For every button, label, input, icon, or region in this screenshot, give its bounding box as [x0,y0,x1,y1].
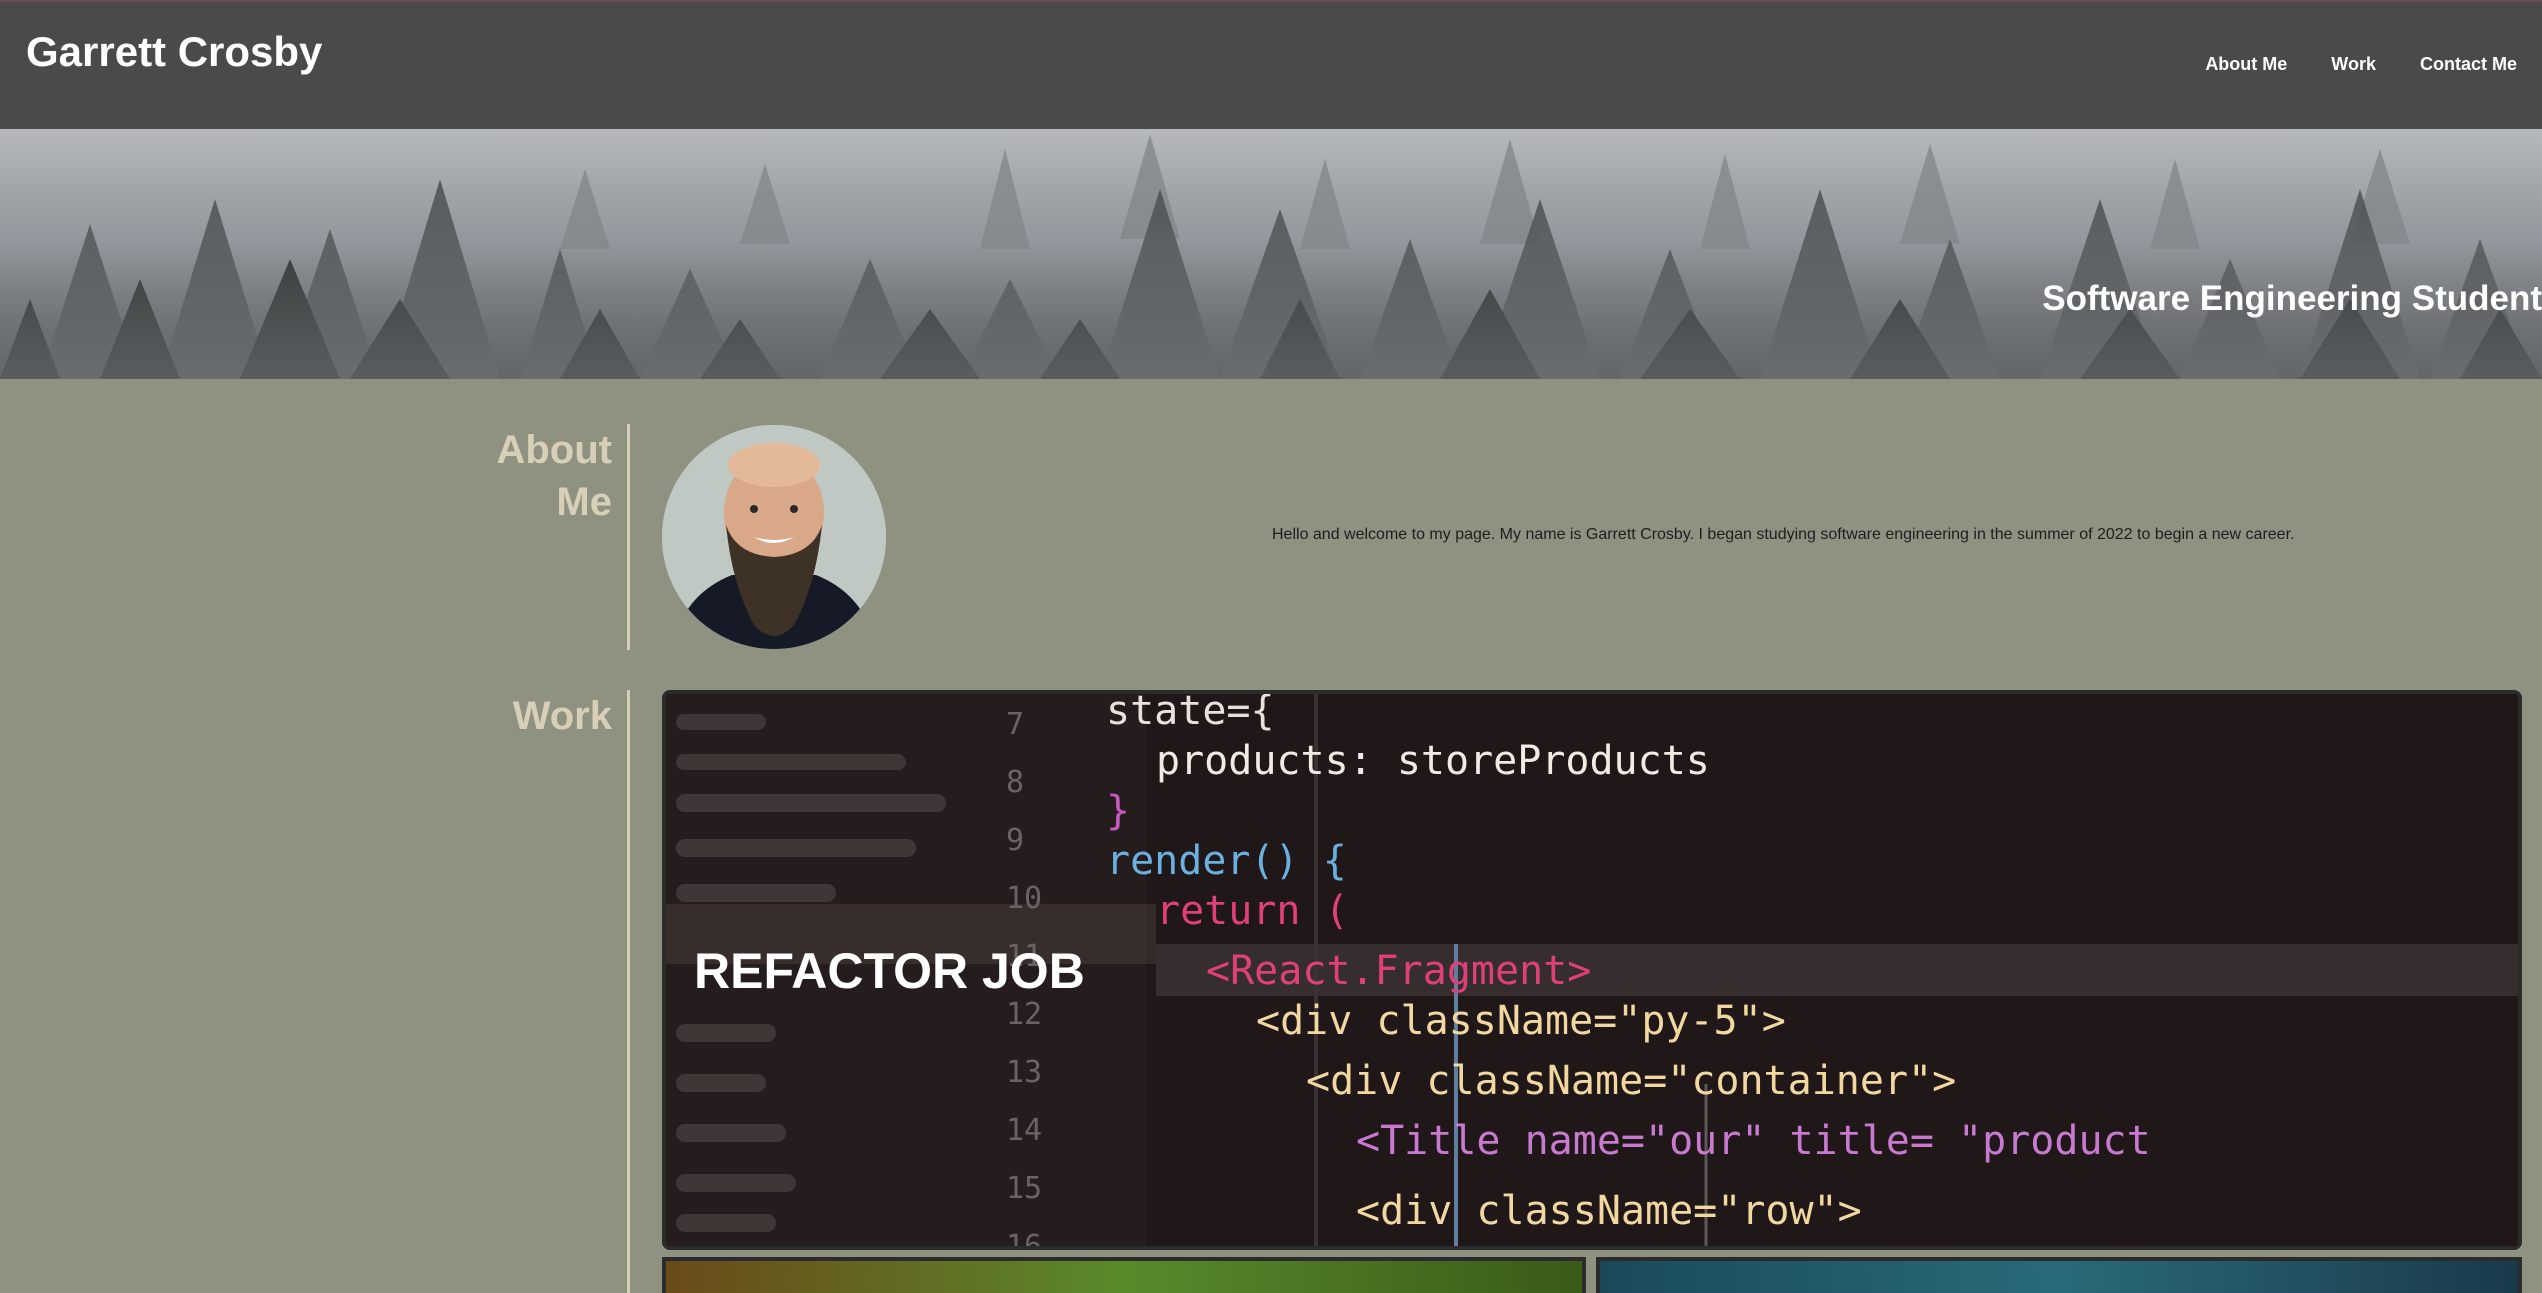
line-number: 14 [1006,1113,1042,1148]
line-number: 7 [1006,707,1024,742]
line-number: 10 [1006,881,1042,916]
line-number: 16 [1006,1229,1042,1246]
line-number: 8 [1006,765,1024,800]
work-thumbnail-1[interactable] [662,1257,1586,1293]
code-line: <Title name="our" title= "product [1356,1118,2151,1164]
work-section-title: Work [512,694,612,738]
code-line: <div className="container"> [1306,1058,1956,1104]
code-line: products: storeProducts [1156,738,1710,784]
profile-photo [662,425,886,649]
line-number: 13 [1006,1055,1042,1090]
featured-work-title: REFACTOR JOB [694,943,1085,999]
line-number: 15 [1006,1171,1042,1206]
line-number: 12 [1006,997,1042,1032]
code-line: return ( [1156,888,1349,934]
featured-work-card[interactable]: 78910111213141516 state={products: store… [662,690,2522,1250]
code-line: <div className="row"> [1356,1188,1862,1234]
nav-link-about-me[interactable]: About Me [2205,54,2287,75]
hero-banner: Software Engineering Student [0,129,2542,379]
work-divider [627,690,630,1293]
code-line: } [1106,788,1130,834]
forest-background-image [0,129,2542,379]
nav-link-work[interactable]: Work [2331,54,2376,75]
work-thumbnail-2[interactable] [1596,1257,2522,1293]
about-section-title: About Me [440,424,612,528]
profile-photo-image [662,425,886,649]
about-title-line1: About [496,428,612,472]
about-description: Hello and welcome to my page. My name is… [1272,526,2295,543]
site-title: Garrett Crosby [26,28,323,75]
site-header: Garrett Crosby About Me Work Contact Me [0,0,2542,129]
code-line: render() { [1106,838,1347,884]
main-nav: About Me Work Contact Me [2205,54,2517,75]
code-line: <React.Fragment> [1206,948,1591,994]
about-title-line2: Me [556,480,612,524]
nav-link-contact-me[interactable]: Contact Me [2420,54,2517,75]
line-number: 9 [1006,823,1024,858]
about-divider [627,424,630,650]
code-line: state={ [1106,694,1275,734]
code-line: <div className="py-5"> [1256,998,1786,1044]
hero-subtitle: Software Engineering Student [2042,279,2542,318]
